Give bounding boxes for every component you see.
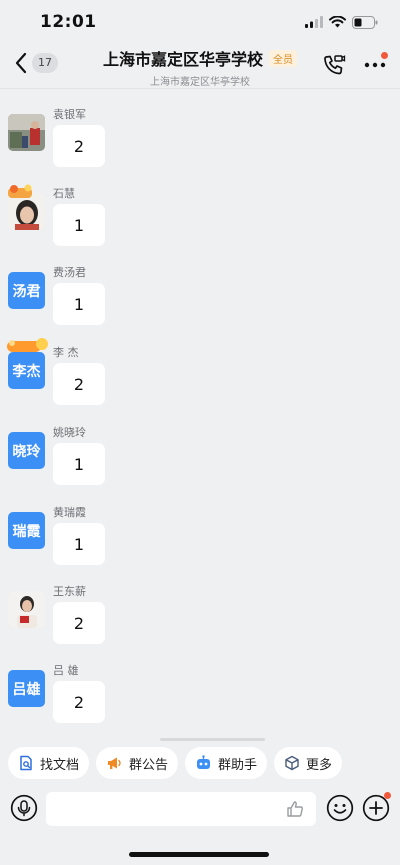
group-assistant-button[interactable]: 群助手 bbox=[185, 747, 268, 779]
megaphone-icon bbox=[108, 757, 121, 769]
avatar[interactable]: 汤君 bbox=[8, 272, 45, 309]
status-time: 12:01 bbox=[40, 12, 97, 32]
message-item: 李杰 李 杰 2 bbox=[7, 338, 388, 424]
sender-name: 石慧 bbox=[53, 187, 75, 200]
message-item: 瑞霞 黄瑞霞 1 bbox=[8, 504, 388, 584]
more-tools-button[interactable]: 更多 bbox=[274, 747, 343, 779]
message-bubble[interactable]: 1 bbox=[53, 204, 105, 246]
message-item: 汤君 费汤君 1 bbox=[8, 264, 388, 344]
avatar[interactable] bbox=[8, 114, 45, 151]
message-bubble[interactable]: 2 bbox=[53, 363, 105, 405]
mid-autumn-badge-icon bbox=[7, 338, 48, 352]
status-icons bbox=[305, 15, 378, 29]
message-item: 王东薪 2 bbox=[8, 583, 388, 663]
message-bubble[interactable]: 2 bbox=[53, 125, 105, 167]
message-bubble[interactable]: 1 bbox=[53, 523, 105, 565]
cube-icon bbox=[285, 755, 299, 771]
notification-dot bbox=[381, 52, 388, 59]
message-item: 石慧 1 bbox=[8, 184, 388, 265]
more-options-button[interactable] bbox=[364, 52, 388, 78]
message-item: 袁银军 2 bbox=[8, 106, 388, 186]
message-item: 晓玲 姚晓玲 1 bbox=[8, 424, 388, 504]
user-photo-icon bbox=[8, 591, 45, 628]
message-input[interactable] bbox=[46, 792, 316, 826]
avatar[interactable] bbox=[8, 591, 45, 628]
message-bubble[interactable]: 1 bbox=[53, 283, 105, 325]
avatar[interactable]: 瑞霞 bbox=[8, 512, 45, 549]
chip-label: 更多 bbox=[306, 757, 333, 773]
emoji-icon[interactable] bbox=[326, 794, 354, 822]
voice-icon[interactable] bbox=[10, 794, 38, 822]
avatar[interactable]: 晓玲 bbox=[8, 432, 45, 469]
sender-name: 吕 雄 bbox=[53, 664, 79, 677]
document-search-icon bbox=[20, 755, 32, 771]
all-members-tag: 全员 bbox=[269, 49, 297, 67]
input-bar bbox=[0, 786, 400, 834]
sender-name: 李 杰 bbox=[53, 346, 79, 359]
thumbs-up-icon[interactable] bbox=[286, 800, 304, 818]
message-bubble[interactable]: 1 bbox=[53, 443, 105, 485]
sender-name: 姚晓玲 bbox=[53, 426, 86, 439]
message-list[interactable]: 袁银军 2 石慧 1 汤君 费汤君 1 李杰 李 杰 2 晓玲 姚晓玲 1 瑞霞… bbox=[0, 96, 400, 732]
avatar[interactable]: 吕雄 bbox=[8, 670, 45, 707]
wifi-icon bbox=[329, 16, 346, 28]
message-bubble[interactable]: 2 bbox=[53, 681, 105, 723]
signal-icon bbox=[305, 16, 323, 28]
sender-name: 王东薪 bbox=[53, 585, 86, 598]
chip-label: 群公告 bbox=[129, 757, 169, 773]
avatar[interactable]: 李杰 bbox=[8, 352, 45, 389]
sender-name: 费汤君 bbox=[53, 266, 86, 279]
group-title: 上海市嘉定区华亭学校 bbox=[102, 50, 263, 69]
scroll-indicator bbox=[160, 738, 265, 741]
festival-frame-icon bbox=[8, 184, 32, 198]
message-item: 吕雄 吕 雄 2 bbox=[8, 662, 388, 732]
chip-label: 找文档 bbox=[40, 757, 80, 773]
chat-header: 17 上海市嘉定区华亭学校 全员 上海市嘉定区华亭学校 bbox=[0, 44, 400, 88]
robot-icon bbox=[197, 755, 211, 769]
shortcut-bar: 找文档 群公告 群助手 更多 bbox=[8, 747, 343, 781]
group-announcement-button[interactable]: 群公告 bbox=[96, 747, 179, 779]
call-icon[interactable] bbox=[322, 53, 346, 77]
find-document-button[interactable]: 找文档 bbox=[8, 747, 90, 779]
battery-icon bbox=[352, 15, 378, 29]
notification-dot bbox=[384, 792, 391, 799]
sender-name: 黄瑞霞 bbox=[53, 506, 86, 519]
home-indicator bbox=[129, 852, 269, 857]
status-bar: 12:01 bbox=[0, 0, 400, 44]
header-divider bbox=[0, 88, 400, 89]
message-bubble[interactable]: 2 bbox=[53, 602, 105, 644]
chip-label: 群助手 bbox=[218, 757, 258, 773]
user-photo-icon bbox=[8, 114, 45, 151]
sender-name: 袁银军 bbox=[53, 108, 86, 121]
